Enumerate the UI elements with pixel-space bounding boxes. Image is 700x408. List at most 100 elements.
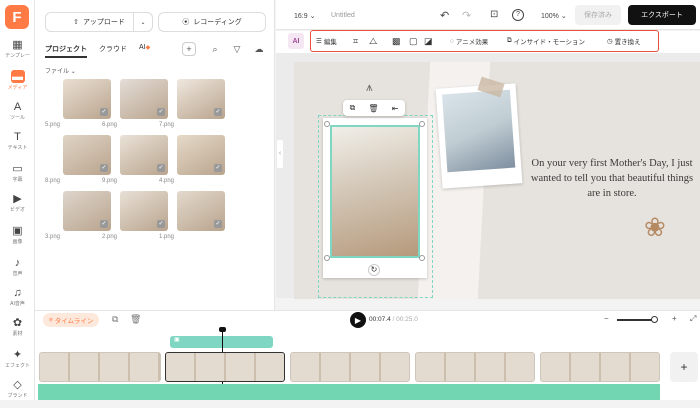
check-icon: ✓ <box>214 108 222 116</box>
sidebar-item-9[interactable]: ✿ 素材 <box>0 316 35 346</box>
add-scene-button[interactable]: + <box>670 352 698 382</box>
polaroid-photo-2[interactable] <box>435 83 523 189</box>
delete-icon[interactable]: 🗑 <box>368 104 378 113</box>
redo-icon[interactable]: ↷ <box>462 9 471 22</box>
resize-handle[interactable] <box>324 121 330 127</box>
media-thumbnail[interactable]: ✓ <box>120 135 168 175</box>
cloud-icon[interactable]: ☁ <box>252 42 266 56</box>
media-thumbnail[interactable]: ✓ <box>177 191 225 231</box>
record-button[interactable]: ⦿ レコーディング <box>158 12 266 32</box>
ai-button[interactable]: AI <box>288 33 304 49</box>
undo-icon[interactable]: ↶ <box>440 9 449 22</box>
check-icon: ✓ <box>157 108 165 116</box>
project-title[interactable]: Untitled <box>331 12 355 19</box>
selected-photo[interactable] <box>323 118 427 278</box>
playhead-knob[interactable] <box>219 327 226 332</box>
sidebar-item-8[interactable]: ♫ AI音声 <box>0 286 35 316</box>
media-thumbnail[interactable]: ✓ <box>63 191 111 231</box>
search-icon[interactable]: ⌕ <box>208 42 222 56</box>
replace-button[interactable]: ◷ 置き換え <box>607 34 641 48</box>
sidebar-item-label: AI音声 <box>10 301 25 307</box>
sidebar-item-0[interactable]: ▦ テンプレー <box>0 38 35 68</box>
sidebar-item-11[interactable]: ◇ ブランド <box>0 378 35 408</box>
scene-clip[interactable] <box>39 352 161 382</box>
aspect-ratio-select[interactable]: 16:9 ⌄ <box>294 12 315 20</box>
check-icon: ✓ <box>157 164 165 172</box>
folder-icon: ▬ <box>10 70 25 83</box>
sidebar-item-7[interactable]: ♪ 音声 <box>0 256 35 286</box>
file-filter-dropdown[interactable]: ファイル ⌄ <box>45 66 76 75</box>
resize-handle[interactable] <box>419 255 425 261</box>
crop-icon[interactable]: ⌗ <box>353 34 358 48</box>
scene-clip[interactable] <box>290 352 410 382</box>
sidebar-item-1[interactable]: ▬ メディア <box>0 70 35 100</box>
timeline-icon: ≡ <box>49 316 53 324</box>
play-button[interactable]: ▶ <box>350 312 366 328</box>
collapse-panel-handle[interactable]: ‹ <box>277 140 283 168</box>
zoom-out-icon[interactable]: − <box>604 314 609 323</box>
media-thumbnail[interactable]: ✓ <box>63 79 111 119</box>
media-thumbnail[interactable]: ✓ <box>177 79 225 119</box>
save-button[interactable]: 保存済み <box>575 5 621 25</box>
duplicate-icon[interactable]: ⧉ <box>112 314 118 325</box>
delete-icon[interactable]: 🗑 <box>130 314 141 325</box>
ai-voice-icon: ♫ <box>13 286 22 299</box>
zoom-in-icon[interactable]: + <box>672 314 677 323</box>
dried-flower-decoration: ❀ <box>644 212 666 242</box>
check-icon: ✓ <box>100 108 108 116</box>
tab-ai[interactable]: AI◆ <box>139 44 150 58</box>
border-icon[interactable]: ▢ <box>409 34 418 48</box>
media-filename: 4.png <box>159 178 175 184</box>
flip-icon[interactable]: ⧍ <box>369 34 377 48</box>
add-folder-icon[interactable]: + <box>182 42 196 56</box>
scene-clip[interactable] <box>415 352 535 382</box>
media-thumbnail[interactable]: ✓ <box>177 135 225 175</box>
zoom-slider-handle[interactable] <box>651 316 658 323</box>
export-button[interactable]: エクスポート <box>628 5 696 25</box>
zoom-select[interactable]: 100% ⌄ <box>541 12 567 20</box>
edit-button[interactable]: ☰ 編集 <box>316 34 337 48</box>
animate-button[interactable]: ◌ アニメ効果 <box>450 34 488 48</box>
sidebar-item-label: メディア <box>7 85 28 91</box>
sidebar-item-label: ツール <box>9 115 25 121</box>
check-icon: ✓ <box>100 220 108 228</box>
time-separator: / <box>392 316 395 323</box>
music-icon: ♪ <box>14 256 21 269</box>
upload-dropdown-button[interactable]: ⌄ <box>133 12 153 32</box>
help-icon[interactable]: ? <box>512 9 524 21</box>
timeline-toggle[interactable]: ≡ タイムライン <box>43 313 100 327</box>
resize-handle[interactable] <box>324 255 330 261</box>
media-thumbnail[interactable]: ✓ <box>63 135 111 175</box>
scene-clip[interactable] <box>165 352 285 382</box>
replace-icon: ◷ <box>607 38 613 45</box>
filter-icon[interactable]: ▽ <box>230 42 244 56</box>
tab-cloud[interactable]: クラウド <box>99 44 127 58</box>
sidebar-item-6[interactable]: ▣ 画像 <box>0 224 35 254</box>
fit-timeline-icon[interactable]: ⤢ <box>690 314 696 324</box>
file-filter-label: ファイル <box>45 69 70 75</box>
screenshot-icon[interactable]: ⊡ <box>490 9 498 20</box>
media-thumbnail[interactable]: ✓ <box>120 79 168 119</box>
resize-handle[interactable] <box>419 121 425 127</box>
audio-track[interactable] <box>38 384 660 400</box>
sidebar-item-3[interactable]: T テキスト <box>0 130 35 160</box>
quote-text[interactable]: On your very first Mother's Day, I just … <box>527 156 697 201</box>
sidebar-item-5[interactable]: ▶ ビデオ <box>0 192 35 222</box>
app-logo[interactable]: F <box>5 5 29 29</box>
sidebar-item-label: テンプレー <box>5 53 30 59</box>
transparency-icon[interactable]: ▩ <box>392 34 401 48</box>
sidebar-item-10[interactable]: ✦ エフェクト <box>0 348 35 378</box>
tab-project[interactable]: プロジェクト <box>45 44 87 58</box>
media-thumbnail[interactable]: ✓ <box>120 191 168 231</box>
rotate-handle-icon[interactable]: ↻ <box>368 264 380 276</box>
sidebar-item-4[interactable]: ▭ 字幕 <box>0 162 35 192</box>
scene-clip[interactable] <box>540 352 660 382</box>
total-time: 00:25.0 <box>396 316 418 323</box>
sidebar-item-label: テキスト <box>7 145 28 151</box>
replace-icon[interactable]: ⇤ <box>392 104 399 113</box>
mask-icon[interactable]: ◪ <box>424 34 433 48</box>
inside-motion-button[interactable]: ⧉ インサイド・モーション <box>507 34 585 48</box>
ai-button-label: AI <box>292 37 300 45</box>
sidebar-item-2[interactable]: A ツール <box>0 100 35 130</box>
layers-icon[interactable]: ⧉ <box>350 103 356 113</box>
